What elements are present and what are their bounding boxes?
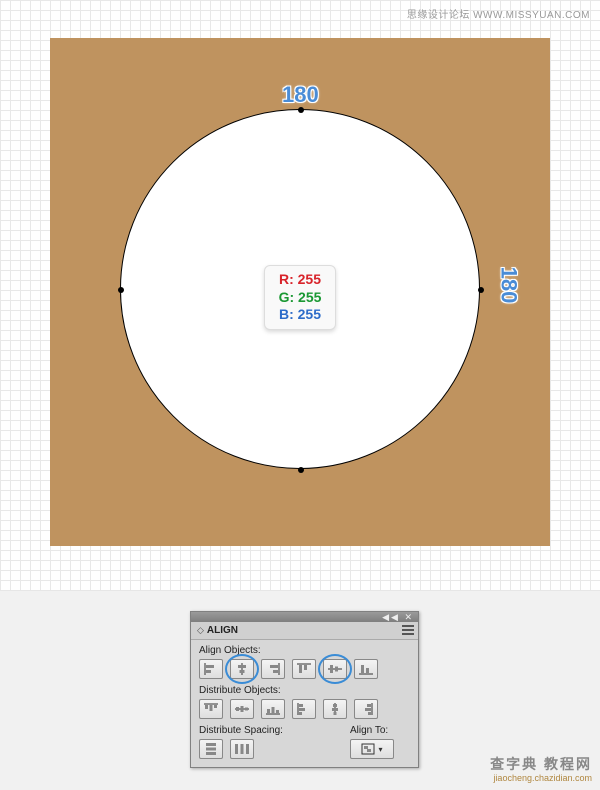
align-objects-row bbox=[199, 659, 410, 679]
rgb-r-value: R: 255 bbox=[273, 271, 327, 289]
bottom-watermark-main: 查字典 教程网 bbox=[490, 756, 592, 773]
panel-body: Align Objects: bbox=[191, 640, 418, 767]
distribute-objects-row bbox=[199, 699, 410, 719]
canvas-area: 思缘设计论坛 WWW.MISSYUAN.COM 180 180 R: 255 G… bbox=[0, 0, 600, 590]
align-vertical-center-button[interactable] bbox=[323, 659, 347, 679]
rgb-b-value: B: 255 bbox=[273, 306, 327, 324]
align-bottom-button[interactable] bbox=[354, 659, 378, 679]
panel-tabbar[interactable]: ◀◀ ✕ bbox=[191, 612, 418, 622]
bottom-watermark-sub: jiaocheng.chazidian.com bbox=[490, 773, 592, 784]
panel-title: ALIGN bbox=[207, 625, 238, 636]
distribute-objects-label: Distribute Objects: bbox=[199, 685, 410, 696]
dropdown-chevron-icon: ▾ bbox=[378, 745, 382, 754]
panel-toggle-icon[interactable]: ◇ bbox=[197, 625, 204, 636]
distribute-bottom-button[interactable] bbox=[261, 699, 285, 719]
align-horizontal-center-button[interactable] bbox=[230, 659, 254, 679]
align-to-selection-icon bbox=[361, 743, 375, 755]
distribute-horizontal-center-button[interactable] bbox=[323, 699, 347, 719]
distribute-spacing-vertical-button[interactable] bbox=[199, 739, 223, 759]
distribute-spacing-label: Distribute Spacing: bbox=[199, 725, 350, 736]
rgb-readout: R: 255 G: 255 B: 255 bbox=[264, 265, 336, 330]
align-objects-label: Align Objects: bbox=[199, 645, 410, 656]
align-to-dropdown[interactable]: ▾ bbox=[350, 739, 394, 759]
align-to-label: Align To: bbox=[350, 725, 410, 736]
distribute-left-button[interactable] bbox=[292, 699, 316, 719]
top-watermark: 思缘设计论坛 WWW.MISSYUAN.COM bbox=[407, 6, 590, 21]
align-left-button[interactable] bbox=[199, 659, 223, 679]
align-top-button[interactable] bbox=[292, 659, 316, 679]
distribute-top-button[interactable] bbox=[199, 699, 223, 719]
panel-menu-icon[interactable] bbox=[402, 625, 414, 635]
distribute-vertical-center-button[interactable] bbox=[230, 699, 254, 719]
align-right-button[interactable] bbox=[261, 659, 285, 679]
anchor-right[interactable] bbox=[478, 287, 484, 293]
panel-header[interactable]: ◇ ALIGN bbox=[191, 622, 418, 640]
align-panel: ◀◀ ✕ ◇ ALIGN Align Objects: bbox=[190, 611, 419, 768]
panel-background: ◀◀ ✕ ◇ ALIGN Align Objects: bbox=[0, 590, 600, 790]
distribute-spacing-horizontal-button[interactable] bbox=[230, 739, 254, 759]
rgb-g-value: G: 255 bbox=[273, 289, 327, 307]
bottom-watermark: 查字典 教程网 jiaocheng.chazidian.com bbox=[490, 756, 592, 784]
dimension-height-label: 180 bbox=[495, 267, 521, 304]
anchor-bottom[interactable] bbox=[298, 467, 304, 473]
anchor-left[interactable] bbox=[118, 287, 124, 293]
distribute-right-button[interactable] bbox=[354, 699, 378, 719]
dimension-width-label: 180 bbox=[282, 82, 319, 108]
